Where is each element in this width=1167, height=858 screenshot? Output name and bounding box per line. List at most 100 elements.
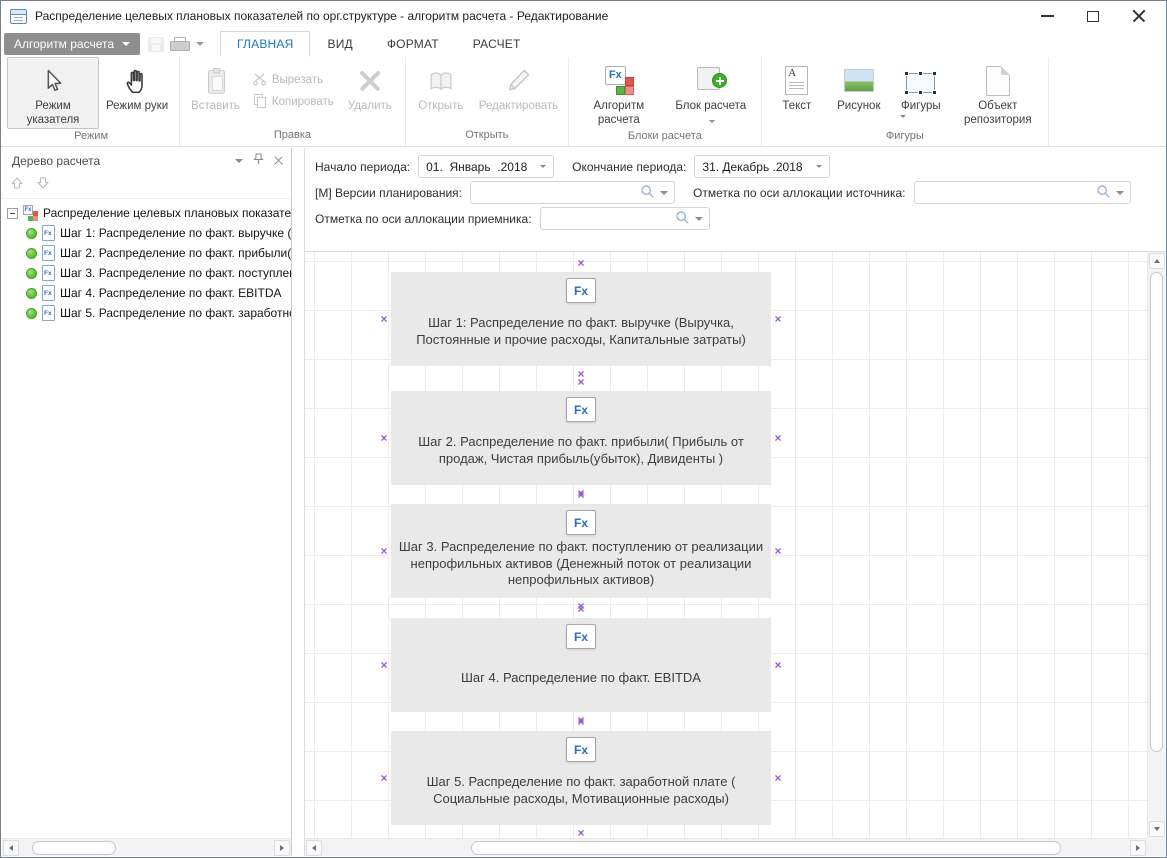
step5-block[interactable]: Fx Шаг 5. Распределение по факт. заработ… — [391, 731, 771, 825]
tree-item-step5[interactable]: Шаг 5. Распределение по факт. заработной… — [2, 303, 291, 323]
connection-handle-icon[interactable] — [576, 377, 586, 387]
picture-label: Рисунок — [837, 99, 880, 113]
copy-button[interactable]: Копировать — [247, 91, 339, 113]
target-allocation-input[interactable] — [545, 212, 670, 226]
diagram-canvas[interactable]: Fx Шаг 1: Распределение по факт. выручке… — [305, 252, 1147, 838]
scroll-right-button[interactable] — [274, 840, 290, 856]
cut-button[interactable]: Вырезать — [247, 69, 339, 91]
edit-button[interactable]: Редактировать — [472, 57, 564, 128]
horizontal-scrollbar[interactable] — [305, 838, 1147, 856]
repository-object-button[interactable]: Объект репозитория — [952, 57, 1044, 129]
connection-handle-icon[interactable] — [576, 490, 586, 500]
tab-calc[interactable]: РАСЧЕТ — [456, 31, 538, 57]
maximize-button[interactable] — [1078, 3, 1108, 29]
maximize-icon — [1087, 11, 1099, 22]
tree-item-label: Шаг 5. Распределение по факт. заработной… — [60, 306, 291, 320]
panel-close-icon[interactable] — [274, 156, 283, 165]
qat-dropdown-caret[interactable] — [196, 42, 204, 46]
step4-block[interactable]: Fx Шаг 4. Распределение по факт. EBITDA — [391, 618, 771, 712]
scroll-left-button[interactable] — [306, 840, 322, 856]
connection-handle-icon[interactable] — [379, 314, 389, 324]
paste-button[interactable]: Вставить — [184, 57, 247, 128]
search-icon[interactable] — [640, 184, 655, 202]
connection-handle-icon[interactable] — [773, 546, 783, 556]
group-label-mode: Режим — [7, 129, 175, 147]
scrollbar-thumb[interactable] — [1150, 272, 1163, 752]
pointer-mode-button[interactable]: Режим указателя — [7, 57, 99, 129]
save-button[interactable] — [148, 37, 164, 52]
search-icon[interactable] — [1096, 184, 1111, 202]
minimize-button[interactable] — [1032, 3, 1062, 29]
connection-handle-icon[interactable] — [576, 717, 586, 727]
panel-horizontal-scrollbar[interactable] — [2, 838, 291, 856]
fx-button[interactable]: Fx — [566, 510, 596, 535]
vertical-scrollbar[interactable] — [1147, 252, 1165, 838]
tab-format[interactable]: ФОРМАТ — [370, 31, 456, 57]
step2-block[interactable]: Fx Шаг 2. Распределение по факт. прибыли… — [391, 391, 771, 485]
chevron-down-icon[interactable] — [1116, 191, 1124, 195]
connection-handle-icon[interactable] — [773, 660, 783, 670]
text-button[interactable]: A Текст — [766, 57, 828, 129]
scrollbar-thumb[interactable] — [471, 841, 1061, 855]
filter-bar: Начало периода: 01. Январь .2018 Окончан… — [305, 148, 1165, 252]
period-end-combo[interactable]: 31. Декабрь .2018 — [694, 155, 830, 178]
connection-handle-icon[interactable] — [379, 660, 389, 670]
fx-button[interactable]: Fx — [566, 737, 596, 762]
panel-toolbar — [2, 173, 291, 199]
text-label: Текст — [782, 99, 811, 113]
tree-item-step1[interactable]: Шаг 1: Распределение по факт. выручке (В… — [2, 223, 291, 243]
hand-mode-button[interactable]: Режим руки — [99, 57, 175, 129]
move-down-button[interactable] — [36, 176, 50, 195]
scrollbar-thumb[interactable] — [32, 841, 116, 855]
picture-button[interactable]: Рисунок — [828, 57, 890, 129]
connection-handle-icon[interactable] — [576, 604, 586, 614]
move-up-button[interactable] — [10, 176, 24, 195]
shapes-button[interactable]: Фигуры — [890, 57, 952, 129]
connection-handle-icon[interactable] — [379, 433, 389, 443]
pin-icon[interactable] — [253, 153, 264, 168]
close-button[interactable] — [1124, 3, 1154, 29]
connection-handle-icon[interactable] — [379, 546, 389, 556]
target-row: Отметка по оси аллокации приемника: — [315, 206, 1165, 231]
tree-item-step4[interactable]: Шаг 4. Распределение по факт. EBITDA — [2, 283, 291, 303]
fx-button[interactable]: Fx — [566, 397, 596, 422]
chevron-down-icon[interactable] — [695, 217, 703, 221]
connection-handle-icon[interactable] — [773, 773, 783, 783]
scroll-up-button[interactable] — [1149, 253, 1165, 269]
connection-handle-icon[interactable] — [379, 773, 389, 783]
open-button[interactable]: Открыть — [410, 57, 472, 128]
tab-view[interactable]: ВИД — [310, 31, 369, 57]
connection-handle-icon[interactable] — [773, 433, 783, 443]
fx-document-icon — [42, 225, 55, 241]
connection-handle-icon[interactable] — [576, 258, 586, 268]
tree-root-item[interactable]: Распределение целевых плановых показател… — [2, 203, 291, 223]
fx-button[interactable]: Fx — [566, 624, 596, 649]
step1-block[interactable]: Fx Шаг 1: Распределение по факт. выручке… — [391, 272, 771, 366]
scroll-left-button[interactable] — [3, 840, 19, 856]
period-start-combo[interactable]: 01. Январь .2018 — [418, 155, 554, 178]
print-button[interactable] — [170, 37, 188, 52]
calc-block-button[interactable]: Блок расчета — [665, 57, 757, 129]
scroll-right-button[interactable] — [1130, 840, 1146, 856]
connection-handle-icon[interactable] — [576, 828, 586, 838]
copy-label: Копировать — [272, 96, 334, 108]
panel-splitter[interactable] — [292, 148, 304, 856]
chevron-down-icon[interactable] — [660, 191, 668, 195]
collapse-icon[interactable] — [7, 208, 18, 219]
step3-block[interactable]: Fx Шаг 3. Распределение по факт. поступл… — [391, 504, 771, 598]
planning-version-input[interactable] — [475, 186, 635, 200]
tab-home[interactable]: ГЛАВНАЯ — [220, 31, 310, 57]
panel-menu-caret-icon[interactable] — [235, 159, 243, 163]
tree-item-step3[interactable]: Шаг 3. Распределение по факт. поступлени… — [2, 263, 291, 283]
hand-mode-label: Режим руки — [106, 99, 168, 113]
tree-item-step2[interactable]: Шаг 2. Распределение по факт. прибыли( П… — [2, 243, 291, 263]
delete-button[interactable]: Удалить — [339, 57, 401, 128]
fx-document-icon — [42, 245, 55, 261]
connection-handle-icon[interactable] — [773, 314, 783, 324]
scroll-down-button[interactable] — [1149, 821, 1165, 837]
source-allocation-input[interactable] — [919, 186, 1091, 200]
fx-button[interactable]: Fx — [566, 278, 596, 303]
search-icon[interactable] — [675, 210, 690, 228]
algorithm-button[interactable]: Fx Алгоритм расчета — [573, 57, 665, 129]
app-menu-button[interactable]: Алгоритм расчета — [4, 33, 140, 55]
